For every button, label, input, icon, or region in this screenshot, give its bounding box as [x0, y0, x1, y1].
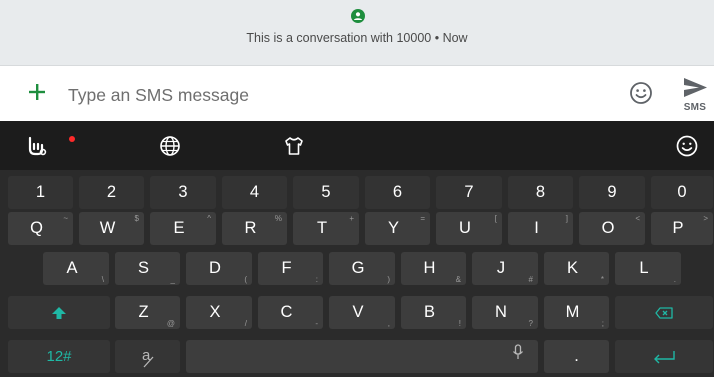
shift-arrow-icon [52, 306, 66, 319]
key-l[interactable]: L. [615, 252, 681, 285]
space-bar[interactable] [186, 340, 538, 373]
key-y[interactable]: Y = [365, 212, 430, 245]
key-v[interactable]: V, [329, 296, 395, 329]
key-b[interactable]: B! [401, 296, 466, 329]
key-3[interactable]: 3 [150, 176, 216, 209]
key-g[interactable]: G) [329, 252, 395, 285]
microphone-icon [512, 344, 524, 359]
key-e[interactable]: E ^ [150, 212, 216, 245]
theme-shirt-icon[interactable] [282, 134, 306, 158]
key-f[interactable]: F: [258, 252, 323, 285]
contact-avatar-icon [351, 9, 365, 23]
message-input[interactable] [68, 80, 588, 110]
key-4[interactable]: 4 [222, 176, 287, 209]
key-2[interactable]: 2 [79, 176, 144, 209]
key-x[interactable]: X / [186, 296, 252, 329]
language-a-icon: a [142, 347, 153, 367]
key-6[interactable]: 6 [365, 176, 430, 209]
key-0[interactable]: 0 [651, 176, 713, 209]
compose-bar: SMS [0, 66, 714, 121]
key-9[interactable]: 9 [579, 176, 645, 209]
key-a[interactable]: A \ [43, 252, 109, 285]
key-n[interactable]: N? [472, 296, 538, 329]
key-h[interactable]: H & [401, 252, 466, 285]
key-d[interactable]: D( [186, 252, 252, 285]
shift-key[interactable] [8, 296, 110, 329]
key-8[interactable]: 8 [508, 176, 573, 209]
key-z[interactable]: Z @ [115, 296, 180, 329]
key-j[interactable]: J # [472, 252, 538, 285]
key-5[interactable]: 5 [293, 176, 359, 209]
key-r[interactable]: R% [222, 212, 287, 245]
keyboard-toolbar [0, 121, 714, 170]
soft-keyboard: 1 2 3 4 5 6 7 8 9 0 Q ~ W $ E ^ R% T + Y = U[… [0, 121, 714, 377]
enter-key[interactable] [615, 340, 713, 373]
key-p[interactable]: P > [651, 212, 713, 245]
backspace-key[interactable] [615, 296, 713, 329]
symbols-key[interactable]: 12# [8, 340, 110, 373]
key-u[interactable]: U[ [436, 212, 502, 245]
enter-arrow-icon [654, 350, 675, 363]
key-i[interactable]: I] [508, 212, 573, 245]
add-attachment-icon[interactable] [27, 82, 47, 102]
globe-icon[interactable] [158, 134, 182, 158]
key-o[interactable]: O < [579, 212, 645, 245]
key-s[interactable]: S _ [115, 252, 180, 285]
key-7[interactable]: 7 [436, 176, 502, 209]
emoji-keyboard-icon[interactable] [675, 134, 699, 158]
period-key[interactable]: . [544, 340, 609, 373]
send-label: SMS [683, 102, 707, 113]
key-q[interactable]: Q ~ [8, 212, 73, 245]
key-c[interactable]: C- [258, 296, 323, 329]
backspace-icon [655, 306, 673, 319]
key-k[interactable]: K * [544, 252, 609, 285]
language-switch-key[interactable]: a [115, 340, 180, 373]
send-icon [684, 78, 707, 97]
key-1[interactable]: 1 [8, 176, 73, 209]
emoji-icon[interactable] [629, 81, 653, 105]
conversation-info-bar: This is a conversation with 10000 • Now [0, 0, 714, 66]
conversation-info-text: This is a conversation with 10000 • Now [246, 31, 468, 45]
touchpal-hand-icon[interactable] [24, 134, 48, 158]
send-button[interactable]: SMS [678, 74, 712, 118]
key-t[interactable]: T + [293, 212, 359, 245]
key-m[interactable]: M; [544, 296, 609, 329]
notification-dot [69, 136, 75, 142]
key-w[interactable]: W $ [79, 212, 144, 245]
